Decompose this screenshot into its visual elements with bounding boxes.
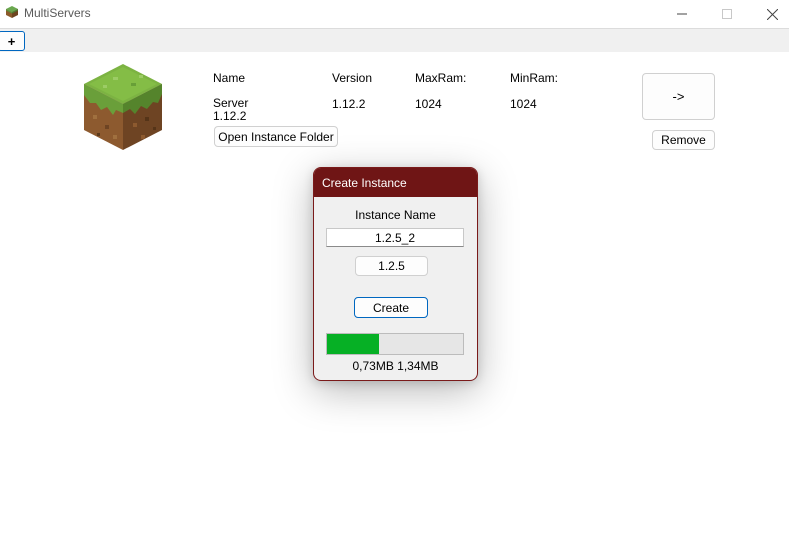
app-grass-block-icon <box>6 6 18 18</box>
column-header-name: Name <box>213 71 246 85</box>
launch-instance-button[interactable]: -> <box>642 73 715 120</box>
instance-minram-value: 1024 <box>510 97 537 111</box>
instance-version-value: 1.12.2 <box>332 97 366 111</box>
progress-text: 0,73MB 1,34MB <box>352 359 439 373</box>
instance-maxram-value: 1024 <box>415 97 442 111</box>
instance-name-value: Server 1.12.2 <box>213 96 249 123</box>
maximize-button[interactable] <box>704 0 750 28</box>
close-button[interactable] <box>749 0 789 28</box>
create-instance-dialog: Create Instance Instance Name 1.2.5_2 1.… <box>313 167 478 381</box>
create-button[interactable]: Create <box>354 297 428 318</box>
window-title: MultiServers <box>24 6 91 20</box>
instance-name-input[interactable]: 1.2.5_2 <box>326 228 464 247</box>
open-instance-folder-button[interactable]: Open Instance Folder <box>214 126 338 147</box>
version-select-button[interactable]: 1.2.5 <box>355 256 428 276</box>
column-header-minram: MinRam: <box>510 71 559 85</box>
download-progress-bar <box>326 333 464 355</box>
minimize-button[interactable] <box>659 0 705 28</box>
remove-instance-button[interactable]: Remove <box>652 130 715 150</box>
title-bar: MultiServers <box>0 0 789 28</box>
grass-block-icon <box>84 64 162 150</box>
minimize-icon <box>677 13 687 15</box>
instance-name-label: Instance Name <box>355 208 436 222</box>
toolbar: + <box>0 28 789 52</box>
add-instance-button[interactable]: + <box>0 31 25 51</box>
column-header-version: Version <box>332 71 373 85</box>
dialog-title: Create Instance <box>314 168 477 197</box>
close-icon <box>766 8 778 20</box>
column-header-maxram: MaxRam: <box>415 71 467 85</box>
progress-fill <box>327 334 379 354</box>
maximize-icon <box>722 9 732 19</box>
